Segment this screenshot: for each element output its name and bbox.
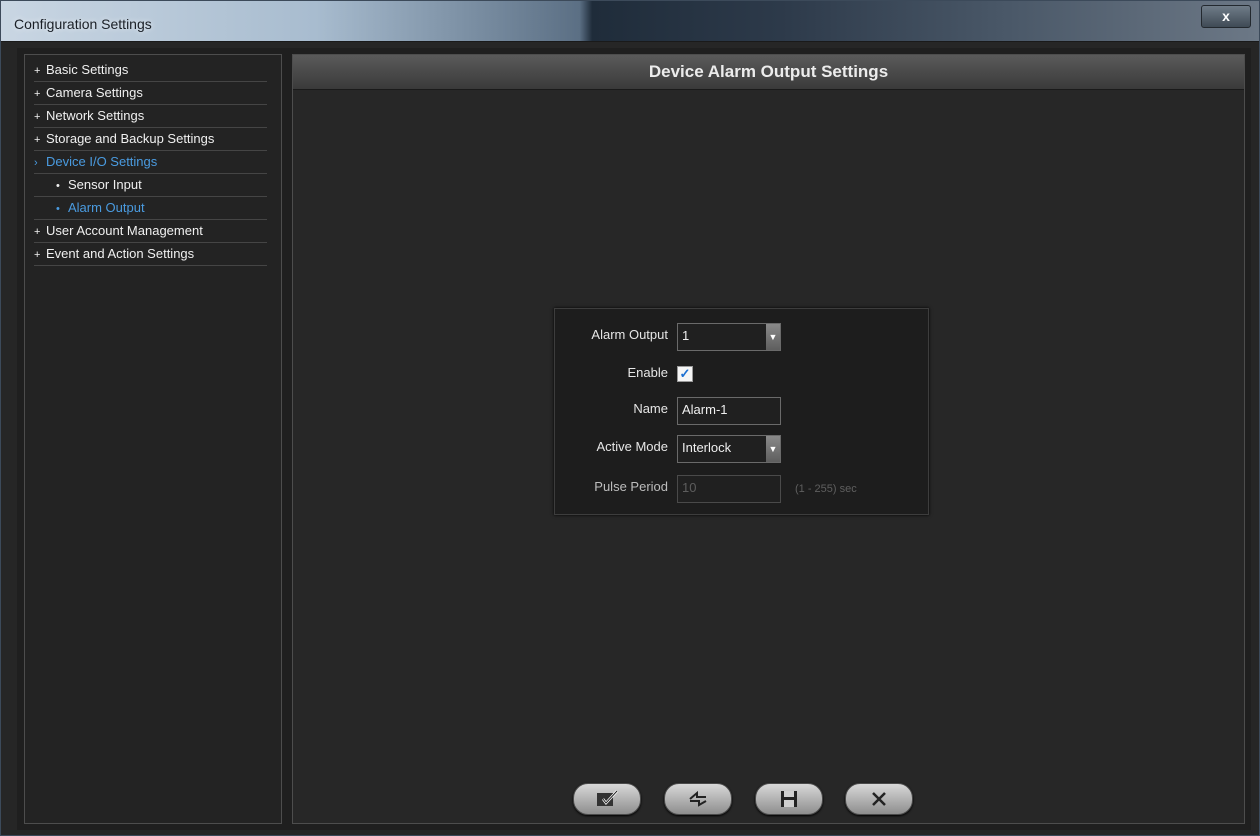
sidebar-item-user-account[interactable]: + User Account Management bbox=[34, 220, 267, 243]
sidebar-item-camera-settings[interactable]: + Camera Settings bbox=[34, 82, 267, 105]
alarm-output-value: 1 bbox=[682, 328, 690, 343]
chevron-down-icon[interactable]: ▼ bbox=[766, 324, 780, 350]
alarm-output-row: Alarm Output 1 ▼ bbox=[555, 323, 928, 351]
sidebar-item-storage-backup[interactable]: + Storage and Backup Settings bbox=[34, 128, 267, 151]
pulse-period-field: 10 bbox=[677, 475, 781, 503]
window-title: Configuration Settings bbox=[14, 16, 152, 32]
chevron-down-icon: › bbox=[34, 157, 38, 169]
active-mode-label: Active Mode bbox=[596, 439, 668, 454]
chevron-down-icon[interactable]: ▼ bbox=[766, 436, 780, 462]
enable-label: Enable bbox=[627, 365, 668, 380]
main-panel: Device Alarm Output Settings Alarm Outpu… bbox=[292, 54, 1245, 824]
plus-icon: + bbox=[34, 111, 41, 123]
close-icon bbox=[872, 792, 886, 806]
refresh-icon bbox=[689, 790, 707, 807]
sidebar-item-device-io[interactable]: › Device I/O Settings bbox=[34, 151, 267, 174]
dot-icon: • bbox=[56, 203, 60, 215]
sidebar-item-event-action[interactable]: + Event and Action Settings bbox=[34, 243, 267, 266]
save-icon bbox=[781, 791, 797, 808]
sidebar-item-basic-settings[interactable]: + Basic Settings bbox=[34, 59, 267, 82]
sidebar-item-label: Storage and Backup Settings bbox=[46, 131, 215, 146]
plus-icon: + bbox=[34, 65, 41, 77]
sidebar-item-label: Sensor Input bbox=[68, 177, 142, 192]
dot-icon: • bbox=[56, 180, 60, 192]
apply-button[interactable] bbox=[573, 783, 641, 815]
alarm-output-form: Alarm Output 1 ▼ Enable ✓ Name Alarm-1 A… bbox=[554, 308, 929, 515]
plus-icon: + bbox=[34, 88, 41, 100]
name-field[interactable]: Alarm-1 bbox=[677, 397, 781, 425]
sidebar-item-label: Camera Settings bbox=[46, 85, 143, 100]
enable-row: Enable ✓ bbox=[555, 361, 928, 385]
window-close-button[interactable]: x bbox=[1201, 5, 1251, 28]
name-row: Name Alarm-1 bbox=[555, 397, 928, 425]
plus-icon: + bbox=[34, 249, 41, 261]
cancel-button[interactable] bbox=[845, 783, 913, 815]
pulse-period-label: Pulse Period bbox=[594, 479, 668, 494]
sidebar-item-label: Event and Action Settings bbox=[46, 246, 195, 261]
refresh-button[interactable] bbox=[664, 783, 732, 815]
plus-icon: + bbox=[34, 134, 41, 146]
page-title: Device Alarm Output Settings bbox=[293, 55, 1244, 90]
name-label: Name bbox=[633, 401, 668, 416]
nav-list: + Basic Settings + Camera Settings + Networ… bbox=[25, 55, 281, 266]
check-icon bbox=[597, 790, 618, 807]
sidebar-item-label: User Account Management bbox=[46, 223, 203, 238]
pulse-period-row: Pulse Period 10 (1 - 255) sec bbox=[555, 475, 928, 503]
enable-checkbox[interactable]: ✓ bbox=[677, 366, 693, 382]
active-mode-select[interactable]: Interlock ▼ bbox=[677, 435, 781, 463]
save-button[interactable] bbox=[755, 783, 823, 815]
sidebar-item-network-settings[interactable]: + Network Settings bbox=[34, 105, 267, 128]
sidebar-item-sensor-input[interactable]: • Sensor Input bbox=[34, 174, 267, 197]
active-mode-row: Active Mode Interlock ▼ bbox=[555, 435, 928, 463]
sidebar-item-label: Device I/O Settings bbox=[46, 154, 158, 169]
pulse-period-hint: (1 - 255) sec bbox=[795, 483, 857, 495]
plus-icon: + bbox=[34, 226, 41, 238]
configuration-window: Configuration Settings x + Basic Settings… bbox=[0, 0, 1260, 836]
sidebar-item-alarm-output[interactable]: • Alarm Output bbox=[34, 197, 267, 220]
sidebar-nav: + Basic Settings + Camera Settings + Networ… bbox=[24, 54, 282, 824]
title-bar: Configuration Settings x bbox=[1, 1, 1259, 42]
sidebar-item-label: Basic Settings bbox=[46, 62, 129, 77]
sidebar-item-label: Network Settings bbox=[46, 108, 145, 123]
content-area: + Basic Settings + Camera Settings + Networ… bbox=[17, 48, 1251, 830]
sidebar-item-label: Alarm Output bbox=[68, 200, 145, 215]
active-mode-value: Interlock bbox=[682, 440, 732, 455]
alarm-output-select[interactable]: 1 ▼ bbox=[677, 323, 781, 351]
alarm-output-label: Alarm Output bbox=[591, 327, 668, 342]
